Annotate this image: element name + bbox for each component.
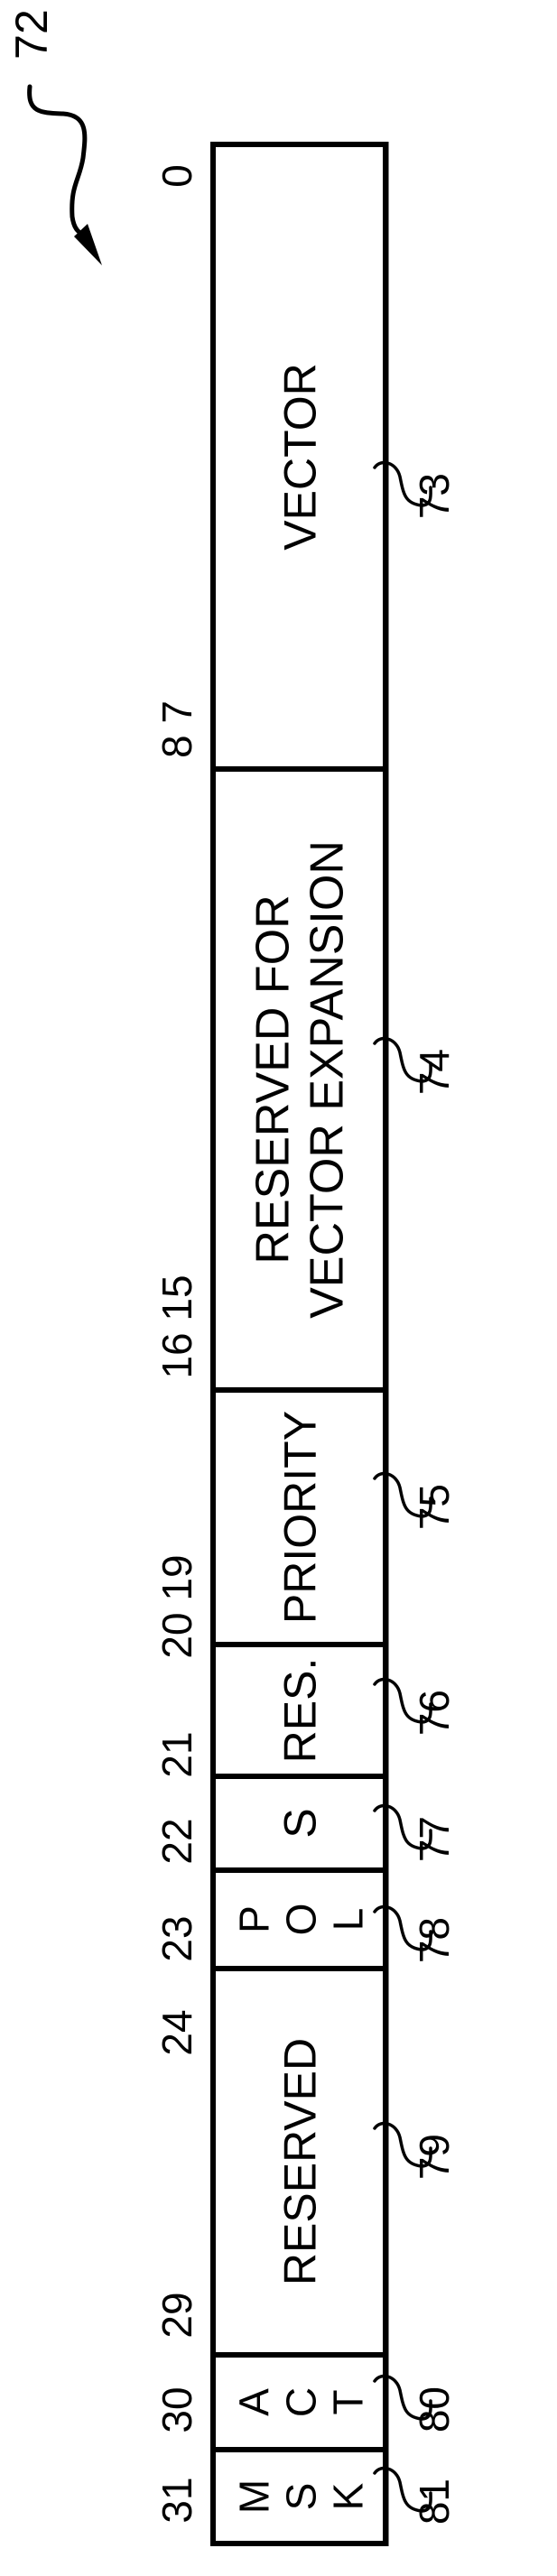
figure-reference: 72	[6, 9, 102, 265]
field-label: VECTOR EXPANSION	[302, 840, 354, 1319]
bit-labels: 0 8 7 16 15 20 19 21 22 23 24 29 30 31	[153, 164, 200, 2523]
register-field: POL	[213, 1867, 385, 1936]
bit-position-label: 0	[153, 164, 200, 188]
field-label-letter: T	[325, 2389, 372, 2414]
register-field: ACT	[213, 2352, 385, 2417]
reference-numeral-text: 79	[411, 2134, 458, 2180]
field-label-letter: C	[278, 2387, 325, 2417]
field-label: RESERVED	[275, 2038, 326, 2285]
register-field: S	[213, 1774, 385, 1839]
field-label-letter: P	[231, 1905, 278, 1933]
reference-numeral-text: 77	[411, 1816, 458, 1862]
field-label-letter: L	[325, 1908, 372, 1932]
bit-position-label: 8 7	[153, 700, 200, 758]
field-label-letter: S	[278, 2483, 325, 2511]
field-label-letter: A	[231, 2388, 278, 2416]
bit-position-label: 20 19	[153, 1554, 200, 1658]
register-field: VECTOR	[275, 363, 326, 550]
register-field: RESERVED	[213, 1966, 385, 2285]
reference-numeral-text: 78	[411, 1917, 458, 1963]
field-label-letter: O	[278, 1904, 325, 1936]
field-label: PRIORITY	[275, 1411, 326, 1624]
register-fields: VECTOR RESERVED FOR VECTOR EXPANSION PRIORI…	[213, 363, 385, 2514]
bit-position-label: 29	[153, 2292, 200, 2338]
register-field: RESERVED FOR VECTOR EXPANSION	[213, 766, 385, 1319]
bit-position-label: 24	[153, 2009, 200, 2055]
reference-numeral-text: 81	[411, 2479, 458, 2525]
bit-position-label: 23	[153, 1915, 200, 1961]
field-label: RESERVED FOR	[247, 894, 300, 1264]
bit-position-label: 16 15	[153, 1274, 200, 1378]
field-label: VECTOR	[275, 363, 326, 550]
reference-numeral-text: 74	[411, 1049, 458, 1095]
reference-numeral-text: 80	[411, 2386, 458, 2432]
reference-numeral-text: 75	[411, 1484, 458, 1530]
bit-position-label: 21	[153, 1731, 200, 1777]
register-diagram: 72 VECTOR RESERVED FOR VECTOR EXPANSION PRI…	[6, 9, 458, 2546]
register-field: PRIORITY	[213, 1387, 385, 1624]
bit-position-label: 22	[153, 1818, 200, 1864]
reference-numeral-text: 73	[411, 473, 458, 519]
reference-numeral-text: 76	[411, 1690, 458, 1736]
field-label-letter: M	[231, 2479, 278, 2514]
field-label: S	[275, 1808, 326, 1838]
field-label-letter: K	[325, 2482, 372, 2510]
bit-position-label: 31	[153, 2477, 200, 2523]
field-label: RES.	[275, 1658, 326, 1764]
figure-reference-arrow-icon	[27, 84, 88, 239]
figure-reference-numeral: 72	[6, 9, 57, 60]
bit-position-label: 30	[153, 2386, 200, 2432]
register-field: RES.	[213, 1642, 385, 1764]
register-field: MSK	[213, 2447, 385, 2514]
